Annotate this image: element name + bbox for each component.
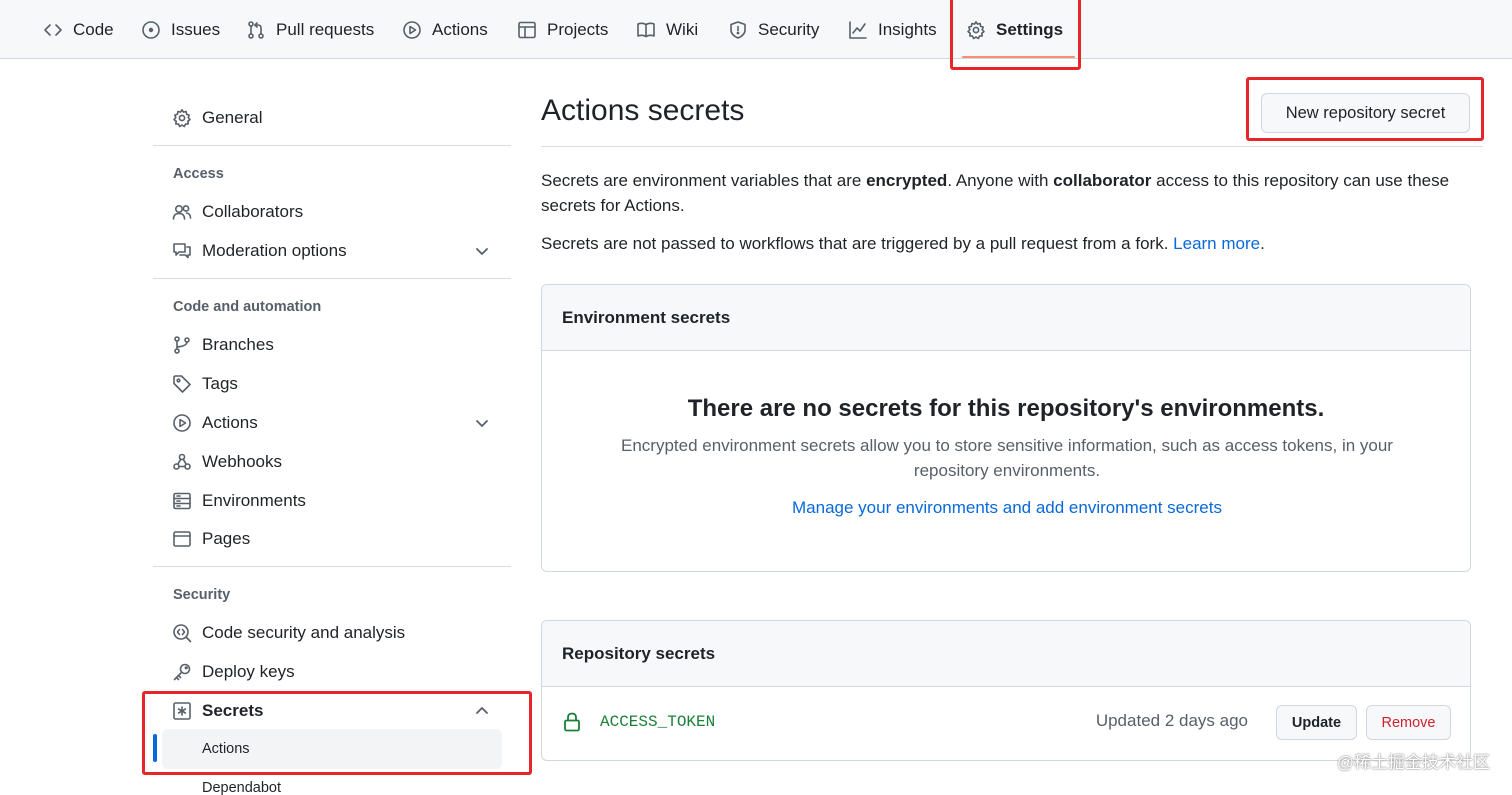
play-icon [403,20,421,39]
comment-discussion-icon [173,243,191,259]
remove-secret-button[interactable]: Remove [1366,705,1451,740]
page-title: Actions secrets [541,94,745,127]
chevron-up-icon[interactable] [474,703,490,719]
git-pull-request-icon [248,20,264,39]
git-branch-icon [174,336,190,354]
sidebar-subitem-label: Actions [202,741,250,757]
learn-more-link[interactable]: Learn more [1173,234,1260,253]
key-icon [173,663,191,681]
sidebar-item-label: Tags [202,374,238,393]
chevron-down-icon[interactable] [474,243,490,259]
sidebar-item-label: Branches [202,335,274,354]
tab-issues-label: Issues [171,19,221,39]
sidebar-item-label: Moderation options [202,241,347,260]
tab-issues[interactable]: Issues [141,0,220,59]
repo-nav: Code Issues Pull requests Actions Projec… [0,0,1512,59]
sidebar-item-tags[interactable]: Tags [172,366,500,402]
tab-pull-requests[interactable]: Pull requests [246,0,374,59]
sidebar-item-label: Pages [202,529,251,548]
sidebar-item-actions[interactable]: Actions [172,405,500,441]
tag-icon [173,375,191,393]
sidebar-item-collaborators[interactable]: Collaborators [172,194,500,230]
tab-pull-requests-label: Pull requests [276,19,375,39]
secret-name: ACCESS_TOKEN [600,713,716,731]
server-icon [173,492,191,510]
gear-icon [967,20,985,39]
play-icon [173,414,191,432]
environment-secrets-heading: Environment secrets [542,285,1470,351]
manage-environments-link[interactable]: Manage your environments and add environ… [792,498,1222,517]
sidebar-item-environments[interactable]: Environments [172,483,500,519]
lock-icon [564,712,580,732]
sidebar-item-label: Webhooks [202,452,283,471]
codescan-icon [173,624,192,643]
tab-security-label: Security [758,19,820,39]
tab-security[interactable]: Security [728,0,819,59]
sidebar-divider [153,566,511,567]
blankslate-description: Encrypted environment secrets allow you … [621,436,1393,480]
sidebar-item-code-security[interactable]: Code security and analysis [172,615,500,651]
sidebar-subitem-dependabot[interactable]: Dependabot [162,768,502,795]
people-icon [172,204,192,220]
watermark: @稀土掘金技术社区 [1336,753,1490,772]
sidebar-item-label: Deploy keys [202,662,295,681]
tab-insights[interactable]: Insights [848,0,937,59]
sidebar-heading-security: Security [173,587,231,603]
tab-settings[interactable]: Settings [961,0,1076,59]
tab-code[interactable]: Code [43,0,114,59]
environment-secrets-box: Environment secrets There are no secrets… [541,284,1471,572]
table-icon [518,21,536,38]
sidebar-subitem-label: Dependabot [202,780,282,795]
webhook-icon [173,453,191,470]
code-icon [44,23,62,36]
selected-indicator [153,734,157,762]
tab-settings-label: Settings [996,19,1064,39]
tab-actions[interactable]: Actions [402,0,488,59]
graph-icon [849,20,867,39]
tab-wiki[interactable]: Wiki [636,0,698,59]
blankslate-title: There are no secrets for this repository… [687,395,1325,422]
browser-icon [173,531,191,547]
shield-icon [730,20,746,39]
tab-wiki-label: Wiki [666,19,699,39]
sidebar-heading-access: Access [173,166,224,182]
sidebar-subitem-actions[interactable]: Actions [162,729,502,769]
sidebar-item-label: General [202,108,263,127]
sidebar-divider [153,278,511,279]
sidebar-item-label: Collaborators [202,202,304,221]
sidebar-item-webhooks[interactable]: Webhooks [172,444,500,480]
tab-code-label: Code [73,19,114,39]
chevron-down-icon[interactable] [474,415,490,431]
title-divider [541,146,1483,147]
issue-opened-icon [142,20,160,39]
tab-actions-label: Actions [432,19,488,39]
book-icon [637,22,655,37]
secret-row: ACCESS_TOKEN Updated 2 days ago Update R… [542,687,1470,759]
sidebar-heading-code-and-automation: Code and automation [173,299,322,315]
update-secret-button[interactable]: Update [1276,705,1357,740]
new-repository-secret-button[interactable]: New repository secret [1261,93,1470,133]
tab-insights-label: Insights [878,19,937,39]
tab-projects-label: Projects [547,19,609,39]
sidebar-item-pages[interactable]: Pages [172,521,500,557]
tab-projects[interactable]: Projects [517,0,608,59]
fork-note: Secrets are not passed to workflows that… [541,234,1265,253]
sidebar-item-label: Environments [202,491,306,510]
repository-secrets-box: Repository secrets ACCESS_TOKEN Updated … [541,620,1471,761]
gear-icon [173,109,191,128]
sidebar-item-branches[interactable]: Branches [172,327,500,363]
sidebar-item-moderation-options[interactable]: Moderation options [172,233,500,269]
sidebar-divider [153,145,511,146]
sidebar-item-label: Code security and analysis [202,623,406,642]
sidebar-item-label: Secrets [202,701,264,720]
sidebar-item-general[interactable]: General [172,100,500,136]
secrets-intro: Secrets are environment variables that a… [541,171,1450,215]
repository-secrets-heading: Repository secrets [542,621,1470,687]
sidebar-item-deploy-keys[interactable]: Deploy keys [172,654,500,690]
secret-updated: Updated 2 days ago [1095,711,1248,730]
sidebar-item-secrets[interactable]: Secrets [172,693,500,729]
key-asterisk-icon [173,702,191,720]
sidebar-item-label: Actions [202,413,258,432]
